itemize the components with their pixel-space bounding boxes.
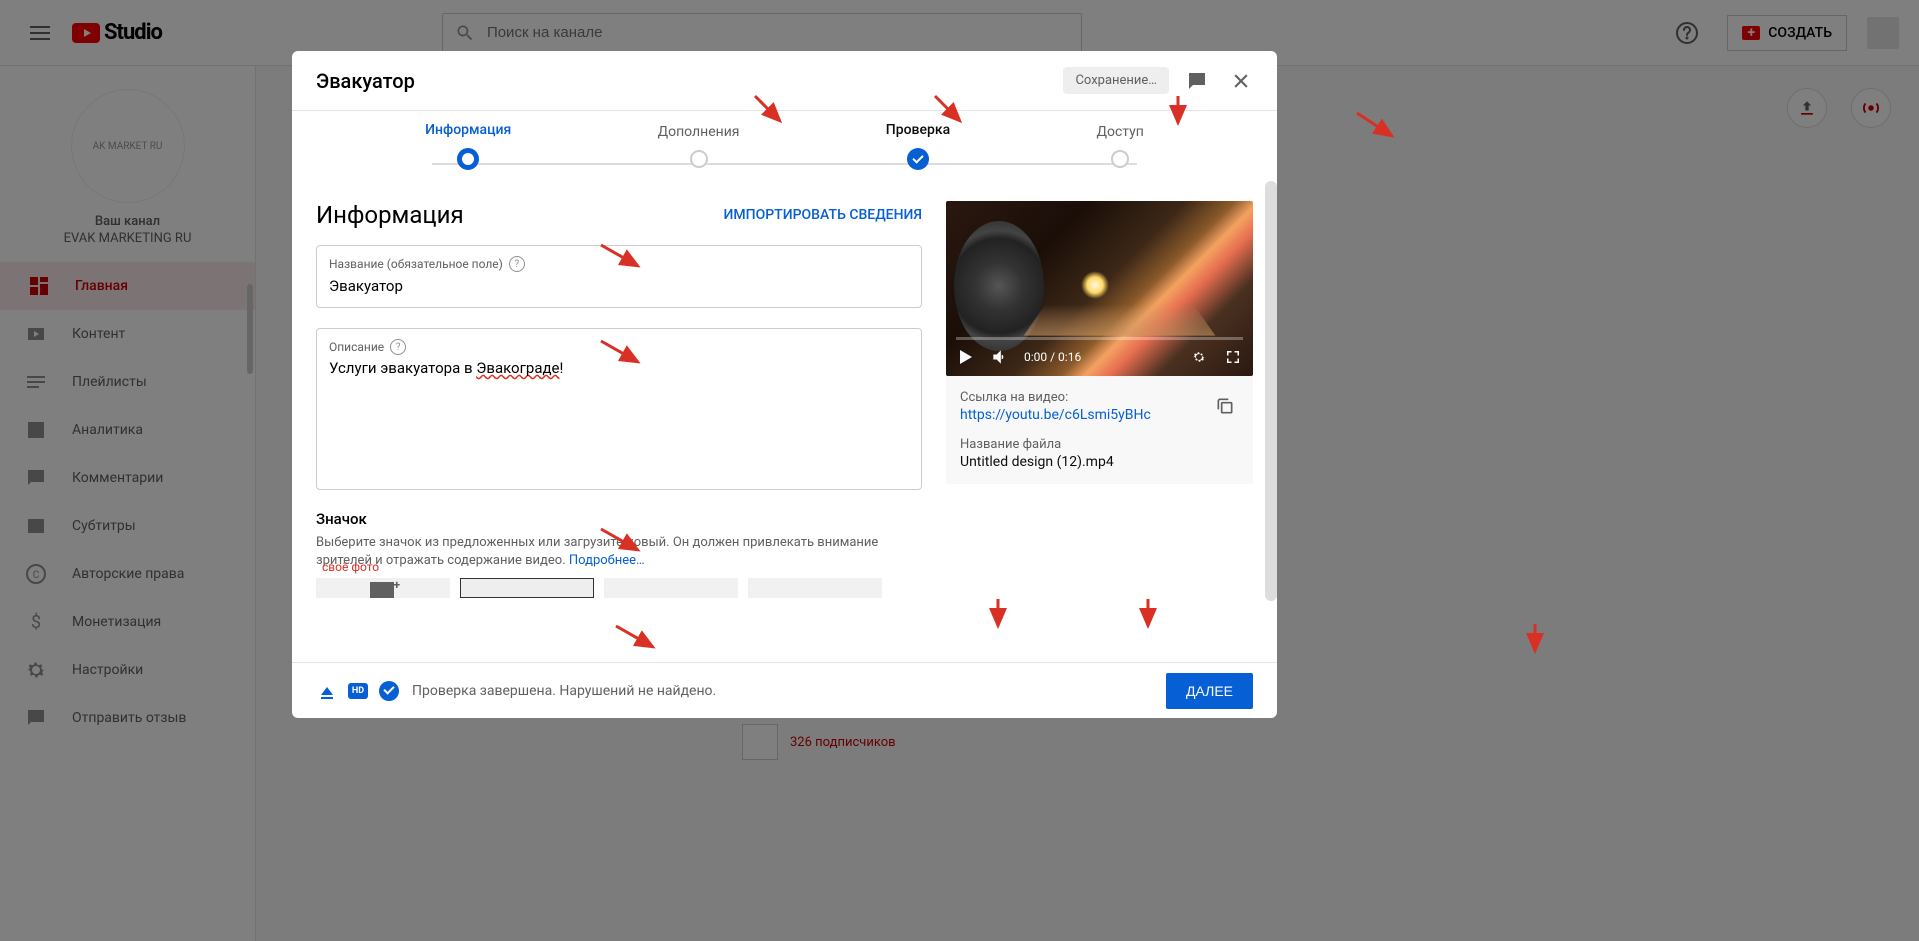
desc-underlined: Эвакограде: [476, 359, 559, 377]
help-icon[interactable]: ?: [390, 339, 406, 355]
desc-field-label: Описание ?: [329, 339, 909, 355]
fullscreen-icon: [1224, 348, 1242, 366]
step-visibility[interactable]: Доступ: [1096, 124, 1143, 168]
thumb-desc: Выберите значок из предложенных или загр…: [316, 534, 922, 570]
thumb-section-title: Значок: [316, 510, 922, 528]
step-label: Доступ: [1096, 124, 1143, 140]
desc-prefix: Услуги эвакуатора в: [329, 359, 476, 377]
title-field[interactable]: Название (обязательное поле) ?: [316, 245, 922, 308]
modal-title: Эвакуатор: [316, 69, 1063, 93]
video-info: Ссылка на видео: https://youtu.be/c6Lsmi…: [946, 376, 1253, 484]
hd-icon: HD: [348, 683, 368, 699]
status-text: Проверка завершена. Нарушений не найдено…: [412, 683, 716, 699]
col-right: 0:00 / 0:16 Ссылка на видео: https://you…: [946, 201, 1253, 662]
volume-icon: [990, 347, 1010, 367]
modal-scroll-track[interactable]: [1265, 181, 1277, 662]
col-left: Информация ИМПОРТИРОВАТЬ СВЕДЕНИЯ Назван…: [316, 201, 922, 662]
fullscreen-button[interactable]: [1223, 347, 1243, 367]
video-content-road: [1024, 304, 1216, 335]
modal-scrollbar[interactable]: [1265, 181, 1277, 601]
thumb-own-label: своё фото: [322, 560, 379, 574]
step-label: Дополнения: [658, 124, 740, 140]
step-label: Проверка: [886, 122, 950, 138]
close-button[interactable]: [1229, 69, 1253, 93]
thumb-option-3[interactable]: [748, 578, 882, 598]
camera-add-icon: [370, 582, 394, 598]
desc-label-text: Описание: [329, 340, 384, 354]
volume-button[interactable]: [990, 347, 1010, 367]
play-icon: [960, 350, 972, 364]
stepper: Информация Дополнения Проверка Доступ: [292, 111, 1277, 181]
step-label: Информация: [425, 122, 511, 138]
thumb-row: своё фото: [316, 578, 922, 598]
filename-label: Название файла: [960, 437, 1239, 452]
status-icons: HD: [316, 680, 400, 702]
step-checks[interactable]: Проверка: [886, 122, 950, 170]
thumb-learn-more-link[interactable]: Подробнее…: [569, 553, 645, 568]
description-field[interactable]: Описание ? Услуги эвакуатора в Эвакоград…: [316, 328, 922, 490]
title-label-text: Название (обязательное поле): [329, 257, 503, 271]
settings-button[interactable]: [1189, 347, 1209, 367]
step-dot-icon: [457, 148, 479, 170]
thumb-upload[interactable]: своё фото: [316, 578, 450, 598]
description-text[interactable]: Услуги эвакуатора в Эвакограде!: [329, 359, 909, 377]
help-icon[interactable]: ?: [509, 256, 525, 272]
copy-link-button[interactable]: [1215, 396, 1239, 420]
video-time: 0:00 / 0:16: [1024, 350, 1081, 364]
next-button[interactable]: ДАЛЕЕ: [1166, 673, 1253, 709]
saving-badge: Сохранение…: [1063, 67, 1169, 94]
upload-complete-icon: [316, 680, 338, 702]
video-content-sun: [1081, 271, 1109, 299]
title-input[interactable]: [329, 277, 909, 295]
step-dot-icon: [1111, 150, 1129, 168]
feedback-icon: [1185, 69, 1209, 93]
thumb-option-1[interactable]: [460, 578, 594, 598]
video-controls: 0:00 / 0:16: [946, 338, 1253, 376]
video-link[interactable]: https://youtu.be/c6Lsmi5yBHc: [960, 407, 1239, 423]
modal-header: Эвакуатор Сохранение…: [292, 51, 1277, 111]
gear-icon: [1190, 348, 1208, 366]
link-label: Ссылка на видео:: [960, 390, 1239, 405]
filename: Untitled design (12).mp4: [960, 454, 1239, 470]
modal-body: Информация ИМПОРТИРОВАТЬ СВЕДЕНИЯ Назван…: [292, 181, 1277, 662]
section-head: Информация ИМПОРТИРОВАТЬ СВЕДЕНИЯ: [316, 201, 922, 229]
modal-footer: HD Проверка завершена. Нарушений не найд…: [292, 662, 1277, 718]
video-preview[interactable]: 0:00 / 0:16: [946, 201, 1253, 376]
stepper-line: [432, 163, 1137, 165]
upload-modal: Эвакуатор Сохранение… Информация Дополне…: [292, 51, 1277, 718]
step-info[interactable]: Информация: [425, 122, 511, 170]
thumb-option-2[interactable]: [604, 578, 738, 598]
check-complete-icon: [378, 680, 400, 702]
copy-icon: [1215, 396, 1235, 416]
step-extras[interactable]: Дополнения: [658, 124, 740, 168]
import-link[interactable]: ИМПОРТИРОВАТЬ СВЕДЕНИЯ: [724, 207, 922, 223]
play-button[interactable]: [956, 347, 976, 367]
step-check-icon: [907, 148, 929, 170]
feedback-button[interactable]: [1185, 69, 1209, 93]
close-icon: [1231, 71, 1251, 91]
title-field-label: Название (обязательное поле) ?: [329, 256, 909, 272]
desc-suffix: !: [560, 359, 564, 377]
section-title: Информация: [316, 201, 724, 229]
step-dot-icon: [690, 150, 708, 168]
